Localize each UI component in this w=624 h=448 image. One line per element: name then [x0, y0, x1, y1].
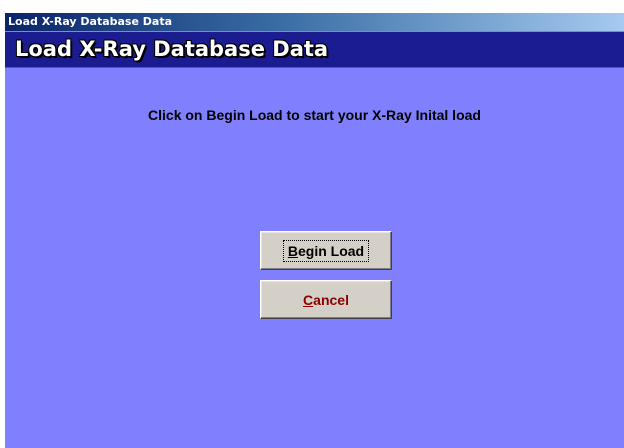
begin-load-mnemonic: B: [287, 242, 298, 259]
cancel-mnemonic: C: [303, 291, 314, 308]
title-bar[interactable]: Load X-Ray Database Data: [5, 13, 624, 31]
load-dialog-window: Load X-Ray Database Data Load X-Ray Data…: [5, 13, 624, 448]
cancel-label: Cancel: [303, 292, 349, 308]
begin-load-label-rest: egin Load: [298, 242, 365, 259]
instruction-text: Click on Begin Load to start your X-Ray …: [148, 107, 481, 123]
begin-load-button[interactable]: Begin Load: [260, 231, 392, 270]
cancel-button[interactable]: Cancel: [260, 280, 392, 319]
focus-rectangle: Begin Load: [282, 239, 370, 262]
page-title: Load X-Ray Database Data: [15, 37, 329, 61]
cancel-label-rest: ancel: [313, 291, 349, 308]
window-title: Load X-Ray Database Data: [8, 15, 173, 28]
header-divider: [5, 67, 624, 68]
begin-load-label: Begin Load: [288, 243, 364, 259]
